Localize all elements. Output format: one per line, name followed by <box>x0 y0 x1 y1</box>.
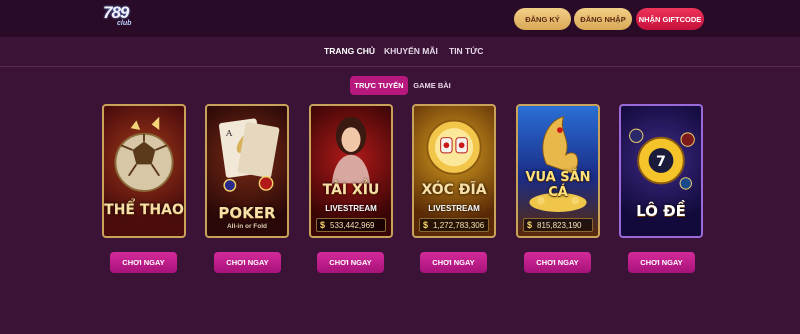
svg-text:7: 7 <box>656 154 666 170</box>
game-card-fishing[interactable]: VUA SĂN CÁ $ 815,823,190 <box>516 104 600 238</box>
jackpot-display: $ 533,442,969 <box>316 218 386 232</box>
dollar-icon: $ <box>527 220 533 230</box>
game-card-sports[interactable]: THỂ THAO <box>102 104 186 238</box>
game-subtitle: LIVESTREAM <box>325 204 377 213</box>
nav-news[interactable]: TIN TỨC <box>449 46 483 56</box>
game-card-xocdia[interactable]: XÓC ĐĨA LIVESTREAM $ 1,272,783,306 <box>412 104 496 238</box>
svg-text:A: A <box>225 129 233 139</box>
register-button[interactable]: ĐĂNG KÝ <box>514 8 571 30</box>
jackpot-value: 533,442,969 <box>330 220 375 230</box>
jackpot-display: $ 1,272,783,306 <box>419 218 489 232</box>
game-title: XÓC ĐĨA <box>421 182 487 198</box>
jackpot-display: $ 815,823,190 <box>523 218 593 232</box>
nav-promotions[interactable]: KHUYẾN MÃI <box>384 46 438 56</box>
login-button[interactable]: ĐĂNG NHẬP <box>574 8 632 30</box>
tab-online[interactable]: TRỰC TUYẾN <box>350 76 408 95</box>
game-title: POKER <box>218 204 276 222</box>
play-button-lottery[interactable]: CHƠI NGAY <box>628 252 695 273</box>
jackpot-value: 815,823,190 <box>537 220 582 230</box>
game-title: THỂ THAO <box>104 202 184 218</box>
logo-sub: club <box>117 20 132 27</box>
game-card-taixiu[interactable]: TÀI XỈU LIVESTREAM $ 533,442,969 <box>309 104 393 238</box>
game-card-lottery[interactable]: 7 LÔ ĐỀ <box>619 104 703 238</box>
dollar-icon: $ <box>320 220 326 230</box>
dealer-icon <box>331 116 371 193</box>
giftcode-button[interactable]: NHẬN GIFTCODE <box>636 8 704 30</box>
game-title: VUA SĂN CÁ <box>525 170 591 200</box>
nav-divider <box>0 66 800 67</box>
game-subtitle: LIVESTREAM <box>428 204 480 213</box>
play-button-fishing[interactable]: CHƠI NGAY <box>524 252 591 273</box>
tab-card-games[interactable]: GAME BÀI <box>412 76 452 95</box>
game-title: LÔ ĐỀ <box>636 202 686 220</box>
play-button-poker[interactable]: CHƠI NGAY <box>214 252 281 273</box>
play-button-taixiu[interactable]: CHƠI NGAY <box>317 252 384 273</box>
jackpot-value: 1,272,783,306 <box>433 220 485 230</box>
dollar-icon: $ <box>423 220 429 230</box>
play-button-xocdia[interactable]: CHƠI NGAY <box>420 252 487 273</box>
main-nav: TRANG CHỦ KHUYẾN MÃI TIN TỨC <box>0 46 800 60</box>
game-title: TÀI XỈU <box>322 182 380 198</box>
game-subtitle: All-in or Fold <box>226 223 268 230</box>
logo[interactable]: 789 club <box>103 3 141 33</box>
play-button-sports[interactable]: CHƠI NGAY <box>110 252 177 273</box>
game-card-poker[interactable]: A POKER All-in or Fold <box>205 104 289 238</box>
dice-plate-icon <box>426 119 482 175</box>
top-bar: 789 club ĐĂNG KÝ ĐĂNG NHẬP NHẬN GIFTCODE <box>0 0 800 37</box>
nav-home[interactable]: TRANG CHỦ <box>324 46 375 56</box>
